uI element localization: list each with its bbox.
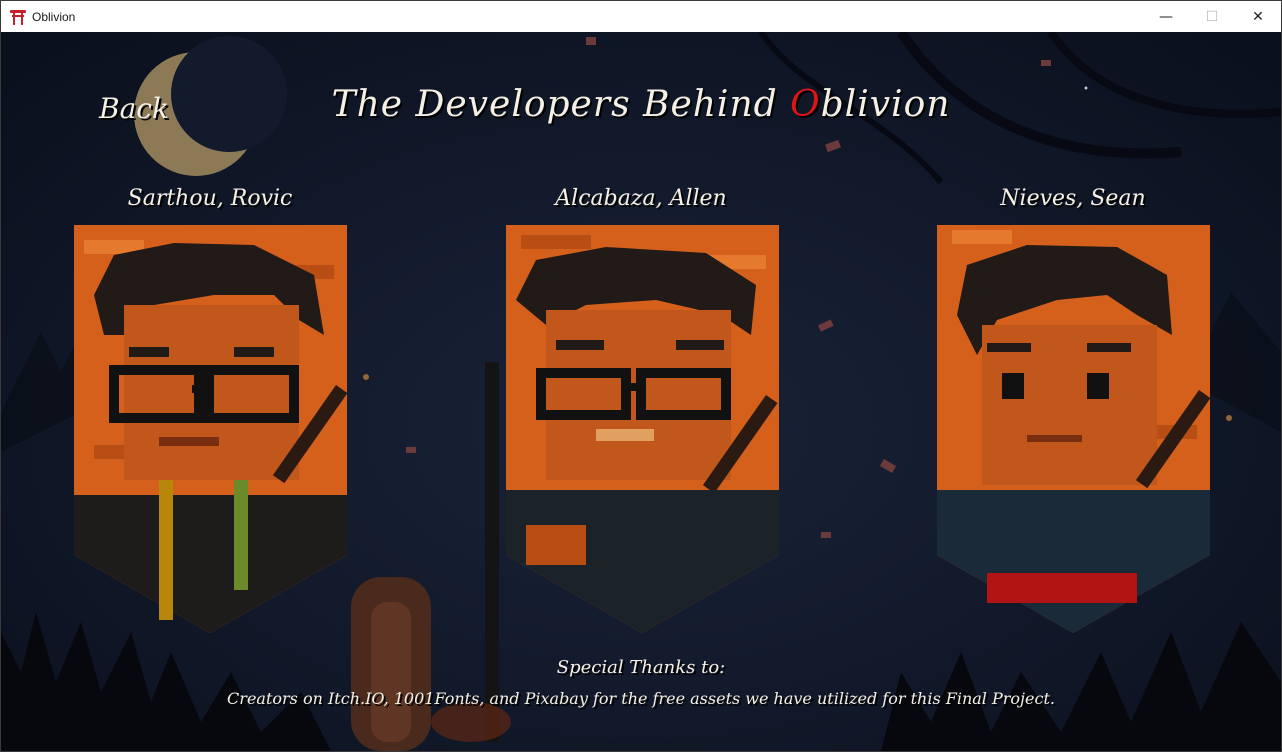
window-controls: — ☐ ✕: [1143, 1, 1281, 32]
title-bar[interactable]: Oblivion — ☐ ✕: [1, 1, 1281, 32]
page-title: The Developers Behind Oblivion: [331, 84, 951, 125]
maximize-button[interactable]: ☐: [1189, 1, 1235, 32]
title-accent-letter: O: [790, 84, 821, 125]
game-scene: Back The Developers Behind Oblivion Sart…: [1, 32, 1281, 751]
developer-portrait-2: [506, 225, 779, 633]
minimize-button[interactable]: —: [1143, 1, 1189, 32]
app-window: Oblivion — ☐ ✕ Back The Developers Behin…: [0, 0, 1282, 752]
developer-portrait-3: [937, 225, 1210, 633]
close-button[interactable]: ✕: [1235, 1, 1281, 32]
window-title: Oblivion: [32, 9, 76, 24]
developer-name-1: Sarthou, Rovic: [127, 186, 293, 211]
credits-heading: Special Thanks to:: [556, 657, 726, 678]
torii-gate-icon: [10, 9, 26, 25]
credits-body: Creators on Itch.IO, 1001Fonts, and Pixa…: [227, 689, 1055, 708]
developer-name-2: Alcabaza, Allen: [555, 186, 727, 211]
developer-portrait-1: [74, 225, 347, 633]
developer-name-3: Nieves, Sean: [1000, 186, 1146, 211]
